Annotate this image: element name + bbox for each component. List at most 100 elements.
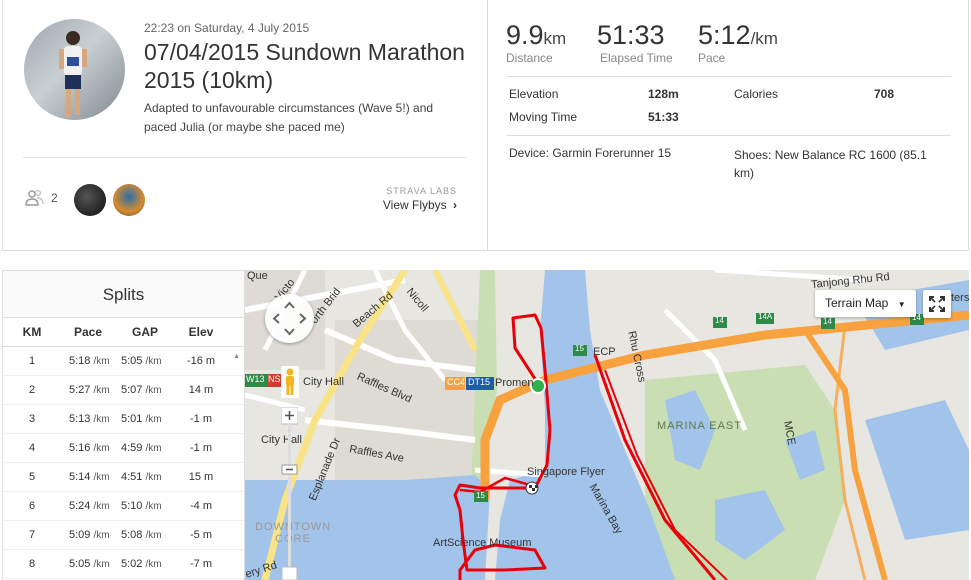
split-elev-value: 14 m — [188, 384, 214, 396]
split-elev: -4 m — [175, 500, 227, 512]
map-pan-control[interactable] — [265, 294, 314, 343]
pace-unit: /km — [93, 356, 110, 367]
split-km: 5 — [3, 471, 61, 483]
pan-arrows-icon — [272, 301, 307, 336]
split-elev-value: -7 m — [190, 558, 212, 570]
map-label-gardens: ters — [951, 292, 969, 304]
activity-title: 07/04/2015 Sundown Marathon 2015 (10km) — [144, 39, 465, 93]
pace-unit: /km — [93, 530, 110, 541]
split-km: 2 — [3, 384, 61, 396]
distance-label: Distance — [506, 51, 553, 65]
split-gap: 5:08 /km — [115, 529, 175, 541]
map-type-dropdown[interactable]: Terrain Map ▼ — [815, 290, 916, 317]
split-km: 1 — [3, 355, 61, 367]
split-row[interactable]: 7 5:09 /km 5:08 /km -5 m — [3, 521, 244, 550]
header-elev: Elev — [188, 325, 214, 339]
pace-unit: /km — [750, 29, 778, 48]
calories-value: 708 — [874, 87, 895, 101]
athlete-avatar[interactable] — [24, 19, 125, 120]
elapsed-label: Elapsed Time — [600, 51, 673, 65]
split-row[interactable]: 1 5:18 /km 5:05 /km -16 m — [3, 347, 244, 376]
moving-time-label: Moving Time — [509, 110, 578, 124]
street-view-pegman-icon[interactable] — [281, 366, 299, 398]
divider — [507, 76, 951, 77]
split-gap-value: 5:08 — [121, 529, 143, 541]
split-pace-value: 5:13 — [69, 413, 91, 425]
split-elev: -7 m — [175, 558, 227, 570]
mrt-station-badge: DT15 — [468, 377, 491, 387]
split-row[interactable]: 6 5:24 /km 5:10 /km -4 m — [3, 492, 244, 521]
header-pace: Pace — [73, 325, 103, 339]
split-gap-value: 5:02 — [121, 558, 143, 570]
splits-panel: Splits KM Pace GAP Elev 1 5:18 /km 5:05 /k… — [2, 270, 245, 580]
kudoer-avatar[interactable] — [74, 184, 106, 216]
split-pace: 5:05 /km — [61, 558, 115, 570]
device-info: Device: Garmin Forerunner 15 — [509, 146, 672, 160]
split-pace: 5:14 /km — [61, 471, 115, 483]
flyby-section: STRAVA LABS View Flybys › — [383, 186, 457, 212]
stat-elapsed: 51:33 Elapsed Time — [597, 20, 673, 65]
pace-unit: /km — [145, 559, 162, 570]
split-km-value: 6 — [28, 500, 36, 512]
pace-unit: /km — [145, 501, 162, 512]
kudos-button[interactable]: 2 — [25, 189, 58, 207]
map-label-artscience-museum: ArtScience Museum — [433, 537, 532, 549]
pace-unit: /km — [145, 414, 162, 425]
pace-unit: /km — [93, 501, 110, 512]
pace-value: 5:12 — [698, 20, 751, 50]
split-elev-value: -1 m — [190, 442, 212, 454]
fullscreen-button[interactable] — [923, 290, 951, 318]
kudoer-avatar[interactable] — [113, 184, 145, 216]
split-gap-value: 5:10 — [121, 500, 143, 512]
pace-unit: /km — [93, 385, 110, 396]
map-label-marina-east: MARINA EAST — [657, 420, 742, 432]
header-gap: GAP — [131, 325, 158, 339]
split-row[interactable]: 3 5:13 /km 5:01 /km -1 m — [3, 405, 244, 434]
map-label-singapore-flyer: Singapore Flyer — [527, 466, 605, 478]
split-gap: 5:02 /km — [115, 558, 175, 570]
distance-unit: km — [543, 29, 567, 48]
kudos-count: 2 — [51, 191, 58, 205]
split-elev-value: -16 m — [186, 355, 216, 367]
split-pace: 5:18 /km — [61, 355, 115, 367]
divider — [23, 157, 466, 158]
split-km-value: 3 — [28, 413, 36, 425]
activity-summary-card: 22:23 on Saturday, 4 July 2015 07/04/201… — [2, 0, 969, 251]
zoom-slider[interactable] — [281, 407, 298, 580]
split-pace: 5:16 /km — [61, 442, 115, 454]
split-gap: 5:10 /km — [115, 500, 175, 512]
split-pace-value: 5:16 — [69, 442, 91, 454]
split-elev: 14 m — [175, 384, 227, 396]
split-row[interactable]: 8 5:05 /km 5:02 /km -7 m — [3, 550, 244, 579]
pace-unit: /km — [145, 443, 162, 454]
distance-value: 9.9 — [506, 20, 544, 50]
split-elev: 15 m — [175, 471, 227, 483]
split-row[interactable]: 4 5:16 /km 4:59 /km -1 m — [3, 434, 244, 463]
activity-description: Adapted to unfavourable circumstances (W… — [144, 101, 434, 134]
split-km: 7 — [3, 529, 61, 541]
split-elev-value: -5 m — [190, 529, 212, 541]
split-km: 8 — [3, 558, 61, 570]
route-map[interactable]: City Hall City Hall Raffles Blvd Raffles… — [245, 270, 969, 580]
pace-unit: /km — [145, 356, 162, 367]
stat-pace: 5:12/km Pace — [698, 20, 778, 65]
pace-unit: /km — [93, 443, 110, 454]
scroll-up-arrow[interactable]: ▲ — [233, 353, 240, 360]
divider — [507, 135, 951, 136]
split-gap: 5:07 /km — [115, 384, 175, 396]
highway-badge: 15 — [476, 491, 485, 500]
split-pace-value: 5:05 — [69, 558, 91, 570]
view-flybys-link[interactable]: View Flybys › — [383, 198, 457, 212]
mrt-station-badge: W13 — [246, 374, 265, 384]
split-pace: 5:13 /km — [61, 413, 115, 425]
split-elev-value: 15 m — [188, 471, 214, 483]
chevron-right-icon: › — [453, 198, 457, 212]
kudos-icon — [25, 189, 44, 206]
split-km-value: 2 — [28, 384, 36, 396]
split-row[interactable]: 5 5:14 /km 4:51 /km 15 m — [3, 463, 244, 492]
split-gap: 4:51 /km — [115, 471, 175, 483]
split-pace: 5:24 /km — [61, 500, 115, 512]
split-row[interactable]: 2 5:27 /km 5:07 /km 14 m — [3, 376, 244, 405]
map-label-promenade: Promen — [495, 377, 534, 389]
runner-photo — [59, 31, 87, 117]
